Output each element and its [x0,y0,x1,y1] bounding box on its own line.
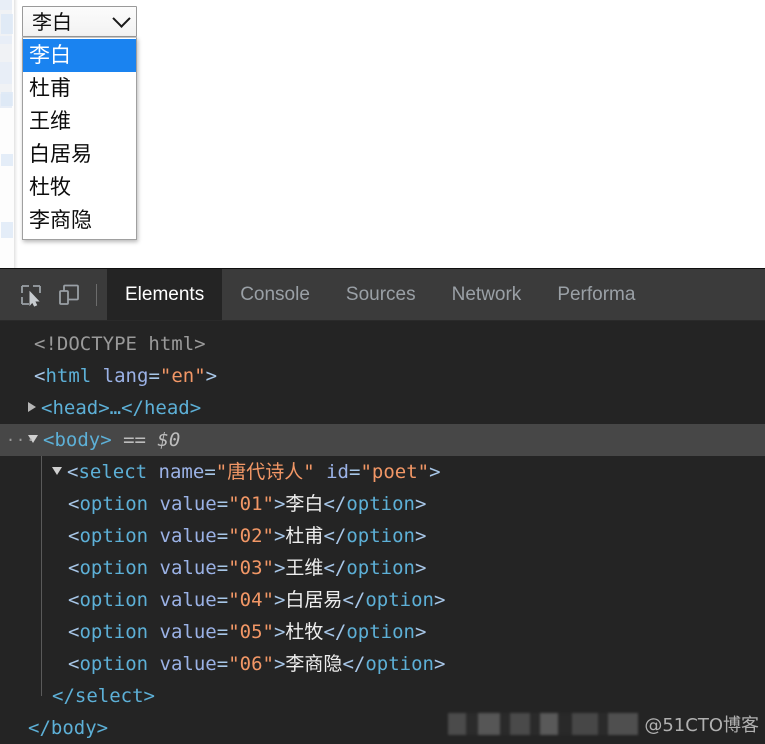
dropdown-option-3[interactable]: 白居易 [23,138,136,171]
doctype-text: <!DOCTYPE html> [34,333,206,355]
tab-sources[interactable]: Sources [328,269,434,320]
option-text: 李商隐 [285,653,343,675]
option-value: "06" [228,653,274,675]
watermark-text: @51CTO博客 [644,715,759,736]
option-text: 王维 [285,557,324,579]
option-close-tag-name: option [365,589,434,611]
dom-node-option[interactable]: <option value="01">李白</option> [0,488,765,520]
device-toolbar-icon [59,284,79,305]
option-value: "05" [228,621,274,643]
dom-node-option[interactable]: <option value="02">杜甫</option> [0,520,765,552]
select-id-attr: id [326,461,349,483]
option-text: 杜牧 [285,621,324,643]
dom-node-doctype[interactable]: <!DOCTYPE html> [0,328,765,360]
dom-node-head[interactable]: <head>…</head> [0,392,765,424]
option-close-tag-name: option [365,653,434,675]
background-window-sliver [0,0,15,268]
dom-node-select-close[interactable]: </select> [0,680,765,712]
body-close-text: </body> [28,717,109,739]
tab-elements[interactable]: Elements [107,269,223,320]
chevron-down-icon [112,9,131,28]
option-tag-name: option [79,525,149,547]
inspect-element-icon [21,284,41,307]
dom-tree[interactable]: <!DOCTYPE html> <html lang="en"> <head>…… [0,322,765,744]
devtools-toolbar: Elements Console Sources Network Perform… [0,269,765,321]
option-value-attr: value [159,525,217,547]
option-tag-name: option [79,621,149,643]
html-lang-attr-name: lang [102,365,149,387]
dropdown-option-5[interactable]: 李商隐 [23,204,136,237]
dropdown-option-4[interactable]: 杜牧 [23,171,136,204]
browser-page-area: 李白 李白 杜甫 王维 白居易 杜牧 李商隐 [0,0,765,268]
select-close-text: </select> [52,685,155,707]
expand-arrow-icon[interactable] [28,402,36,412]
option-close-tag-name: option [346,557,415,579]
screenshot-root: 李白 李白 杜甫 王维 白居易 杜牧 李商隐 Elements Console … [0,0,765,744]
dom-node-html[interactable]: <html lang="en"> [0,360,765,392]
option-tag-name: option [79,653,149,675]
tab-network[interactable]: Network [434,269,540,320]
option-text: 李白 [285,493,324,515]
option-tag-name: option [79,493,149,515]
toolbar-divider [96,283,97,306]
dom-node-body[interactable]: ··· <body> == $0 [0,424,765,456]
option-tag-name: option [79,589,149,611]
body-selected-ref: == $0 [123,429,181,451]
body-more-marker[interactable]: ··· [6,424,36,456]
devtools-panel: Elements Console Sources Network Perform… [0,268,765,744]
dom-node-option[interactable]: <option value="04">白居易</option> [0,584,765,616]
select-name-attr: name [158,461,205,483]
option-close-tag-name: option [346,493,415,515]
html-lang-attr-value: "en" [159,365,206,387]
poet-select[interactable]: 李白 [22,6,137,37]
watermark-blurred-region [448,713,639,735]
device-toolbar-button[interactable] [50,269,88,320]
option-value-attr: value [159,557,217,579]
option-value-attr: value [159,621,217,643]
tab-console[interactable]: Console [222,269,328,320]
page-edge-shadow [14,0,18,268]
option-value-attr: value [159,589,217,611]
dom-node-option[interactable]: <option value="06">李商隐</option> [0,648,765,680]
option-value: "03" [228,557,274,579]
tab-performance[interactable]: Performa [539,269,653,320]
option-close-tag-name: option [346,621,415,643]
option-value-attr: value [159,493,217,515]
watermark: @51CTO博客 [448,712,759,736]
select-id-value: "poet" [360,461,430,483]
body-tag-text: <body> [43,429,112,451]
option-close-tag-name: option [346,525,415,547]
option-value: "04" [228,589,274,611]
option-text: 杜甫 [285,525,324,547]
inspect-element-button[interactable] [12,269,50,320]
dropdown-option-2[interactable]: 王维 [23,105,136,138]
html-tag-name: html [45,365,92,387]
collapse-arrow-icon[interactable] [52,467,62,475]
option-tag-name: option [79,557,149,579]
option-value: "02" [228,525,274,547]
option-value-attr: value [159,653,217,675]
select-name-value: "唐代诗人" [215,461,315,483]
select-tag-name: select [78,461,148,483]
dom-node-select[interactable]: <select name="唐代诗人" id="poet"> [0,456,765,488]
option-value: "01" [228,493,274,515]
dom-node-option[interactable]: <option value="05">杜牧</option> [0,616,765,648]
poet-select-dropdown[interactable]: 李白 杜甫 王维 白居易 杜牧 李商隐 [22,37,137,240]
dropdown-option-1[interactable]: 杜甫 [23,72,136,105]
option-text: 白居易 [285,589,343,611]
dropdown-option-0[interactable]: 李白 [23,39,136,72]
poet-select-value: 李白 [32,9,72,34]
dom-node-option[interactable]: <option value="03">王维</option> [0,552,765,584]
head-collapsed-text: <head>…</head> [41,397,202,419]
